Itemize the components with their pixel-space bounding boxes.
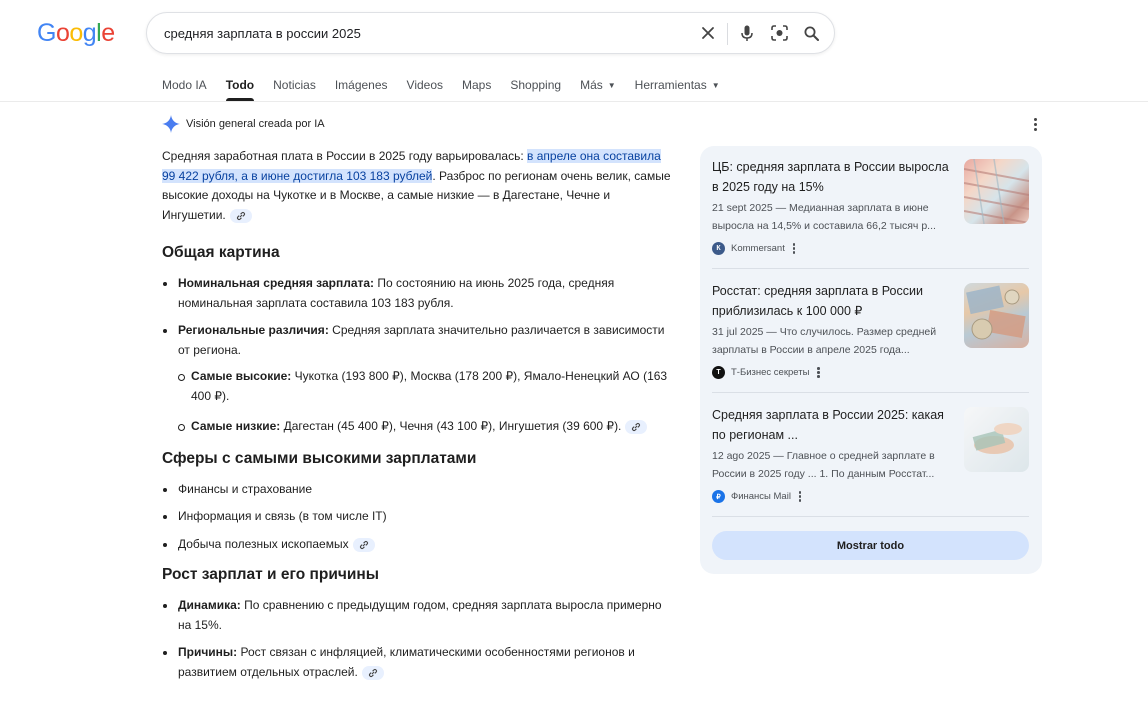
source-card[interactable]: Росстат: средняя зарплата в России прибл… <box>712 282 1030 392</box>
list-item: Номинальная средняя зарплата: По состоян… <box>162 274 677 313</box>
section-heading: Общая картина <box>162 244 280 261</box>
tab-mas[interactable]: Más ▼ <box>580 78 616 101</box>
source-thumbnail[interactable] <box>964 407 1029 472</box>
tab-modo-ia[interactable]: Modo IA <box>162 78 207 101</box>
tab-herramientas[interactable]: Herramientas ▼ <box>635 78 720 101</box>
tab-herramientas-label: Herramientas <box>634 78 707 92</box>
source-title[interactable]: Росстат: средняя зарплата в России прибл… <box>712 282 957 321</box>
source-card[interactable]: ЦБ: средняя зарплата в России выросла в … <box>712 158 1030 268</box>
section-heading: Сферы с самыми высокими зарплатами <box>162 449 477 467</box>
item-label: Самые высокие: <box>191 369 292 383</box>
card-divider <box>712 392 1029 393</box>
list-item: Динамика: По сравнению с предыдущим годо… <box>162 596 677 635</box>
ai-overview-title: Visión general creada por IA <box>186 118 325 130</box>
header-divider <box>0 101 1148 102</box>
item-label: Номинальная средняя зарплата: <box>178 276 375 290</box>
source-site[interactable]: ₽ Финансы Mail <box>712 490 802 503</box>
more-options-icon[interactable] <box>1028 116 1042 132</box>
clear-icon[interactable] <box>697 22 719 44</box>
source-thumbnail[interactable] <box>964 159 1029 224</box>
source-link-icon[interactable] <box>625 420 648 434</box>
sources-panel: ЦБ: средняя зарплата в России выросла в … <box>700 146 1042 574</box>
source-snippet: 31 jul 2025 — Что случилось. Размер сред… <box>712 326 937 356</box>
section-top-industries: Сферы с самыми высокими зарплатами Финан… <box>162 448 677 555</box>
ai-overview-content: Средняя заработная плата в России в 2025… <box>162 147 677 692</box>
source-title[interactable]: Средняя зарплата в России 2025: какая по… <box>712 406 957 445</box>
item-text: По сравнению с предыдущим годом, средняя… <box>178 598 662 632</box>
section-heading: Рост зарплат и его причины <box>162 566 380 583</box>
intro-text: Средняя заработная плата в России в 2025… <box>162 149 528 163</box>
chevron-down-icon: ▼ <box>711 81 720 90</box>
ai-overview-header: Visión general creada por IA <box>162 115 325 133</box>
item-label: Динамика: <box>178 598 241 612</box>
search-icon[interactable] <box>800 22 822 44</box>
google-logo[interactable]: Google <box>37 19 115 48</box>
item-text: Дагестан (45 400 ₽), Чечня (43 100 ₽), И… <box>280 419 622 433</box>
kommersant-favicon: К <box>712 242 725 255</box>
source-site[interactable]: К Kommersant <box>712 242 796 255</box>
finance-mail-favicon: ₽ <box>712 490 725 503</box>
source-site-name: Финансы Mail <box>731 491 791 502</box>
ai-overview-intro: Средняя заработная плата в России в 2025… <box>162 147 677 225</box>
source-link-icon[interactable] <box>229 208 252 223</box>
source-snippet: 21 sept 2025 — Медианная зарплата в июне… <box>712 202 936 232</box>
search-tabs: Modo IA Todo Noticias Imágenes Videos Ma… <box>162 78 739 101</box>
list-item: Информация и связь (в том числе IT) <box>162 507 677 527</box>
item-text: Рост связан с инфляцией, климатическими … <box>178 645 635 679</box>
source-snippet: 12 ago 2025 — Главное о средней зарплате… <box>712 450 935 480</box>
list-item: Финансы и страхование <box>162 480 677 500</box>
sub-list-item: Самые низкие: Дагестан (45 400 ₽), Чечня… <box>178 417 677 437</box>
more-options-icon[interactable] <box>798 491 802 502</box>
lens-camera-icon[interactable] <box>768 22 790 44</box>
tab-maps[interactable]: Maps <box>462 78 491 101</box>
tab-imagenes[interactable]: Imágenes <box>335 78 388 101</box>
source-site-name: Kommersant <box>731 243 785 254</box>
source-site[interactable]: Т Т-Бизнес секреты <box>712 366 820 379</box>
search-divider <box>727 23 728 45</box>
source-site-name: Т-Бизнес секреты <box>731 367 810 378</box>
tab-videos[interactable]: Videos <box>407 78 443 101</box>
search-box <box>146 12 835 54</box>
list-item: Причины: Рост связан с инфляцией, климат… <box>162 643 677 682</box>
t-business-favicon: Т <box>712 366 725 379</box>
list-item: Добыча полезных ископаемых <box>162 535 677 555</box>
item-label: Причины: <box>178 645 238 659</box>
card-divider <box>712 268 1029 269</box>
tab-mas-label: Más <box>580 78 603 92</box>
item-label: Самые низкие: <box>191 419 281 433</box>
show-all-button[interactable]: Mostrar todo <box>712 531 1029 560</box>
tab-todo[interactable]: Todo <box>225 78 255 101</box>
source-link-icon[interactable] <box>352 537 375 552</box>
tab-noticias[interactable]: Noticias <box>273 78 316 101</box>
source-title[interactable]: ЦБ: средняя зарплата в России выросла в … <box>712 158 957 197</box>
more-options-icon[interactable] <box>817 367 820 378</box>
section-growth: Рост зарплат и его причины Динамика: По … <box>162 564 677 682</box>
section-overview: Общая картина Номинальная средняя зарпла… <box>162 242 677 437</box>
chevron-down-icon: ▼ <box>607 81 616 90</box>
list-item: Региональные различия: Средняя зарплата … <box>162 321 677 437</box>
more-options-icon[interactable] <box>792 243 796 254</box>
sub-list-item: Самые высокие: Чукотка (193 800 ₽), Моск… <box>178 367 677 406</box>
item-label: Региональные различия: <box>178 323 329 337</box>
source-thumbnail[interactable] <box>964 283 1029 348</box>
item-text: Добыча полезных ископаемых <box>178 536 349 551</box>
card-divider <box>712 516 1029 517</box>
microphone-icon[interactable] <box>736 22 758 44</box>
tab-shopping[interactable]: Shopping <box>510 78 561 101</box>
source-link-icon[interactable] <box>361 665 384 680</box>
gemini-sparkle-icon <box>162 115 180 133</box>
source-card[interactable]: Средняя зарплата в России 2025: какая по… <box>712 406 1030 516</box>
search-input[interactable] <box>164 25 684 41</box>
